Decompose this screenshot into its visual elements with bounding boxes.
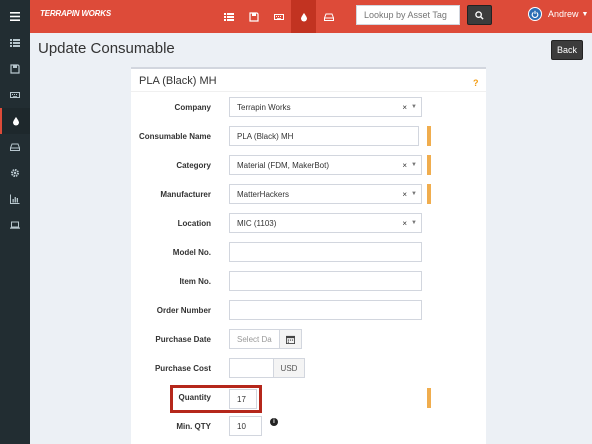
category-select[interactable]: Material (FDM, MakerBot) × ▼ [229, 155, 422, 175]
order-number-input[interactable] [229, 300, 422, 320]
item-no-input[interactable] [229, 271, 422, 291]
required-indicator [427, 126, 431, 146]
sidebar-item-licenses[interactable] [0, 56, 30, 82]
category-value: Material (FDM, MakerBot) [237, 160, 330, 170]
item-no-label: Item No. [179, 277, 211, 286]
asset-tag-search-button[interactable] [467, 5, 492, 25]
laptop-icon [10, 221, 20, 229]
manufacturer-label: Manufacturer [160, 190, 211, 199]
clear-icon[interactable]: × [402, 103, 407, 112]
nav-components-hdd-icon[interactable] [316, 0, 341, 33]
category-label: Category [176, 161, 211, 170]
hamburger-menu-icon[interactable] [0, 0, 30, 33]
required-indicator [427, 184, 431, 204]
nav-accessories-keyboard-icon[interactable] [266, 0, 291, 33]
search-icon [475, 10, 484, 20]
calendar-icon [286, 335, 295, 344]
panel-divider [131, 91, 486, 92]
sidebar-item-reports[interactable] [0, 186, 30, 212]
manufacturer-value: MatterHackers [237, 189, 290, 199]
calendar-button[interactable] [279, 329, 302, 349]
brand-logo[interactable]: TERRAPIN WORKS [40, 9, 111, 18]
asset-tag-search-input[interactable] [356, 5, 460, 25]
company-label: Company [174, 103, 211, 112]
consumable-name-label: Consumable Name [138, 132, 211, 141]
panel-header: PLA (Black) MH [139, 75, 217, 87]
consumable-name-input[interactable]: PLA (Black) MH [229, 126, 419, 146]
purchase-cost-label: Purchase Cost [154, 364, 211, 373]
chart-icon [10, 194, 20, 204]
info-icon[interactable]: i [270, 418, 278, 426]
back-button[interactable]: Back [551, 40, 583, 60]
purchase-date-placeholder: Select Da [237, 334, 272, 344]
help-icon[interactable]: ? [473, 78, 479, 88]
clear-icon[interactable]: × [402, 161, 407, 170]
nav-consumables-tint-icon[interactable] [291, 0, 316, 33]
order-number-label: Order Number [156, 306, 211, 315]
location-select[interactable]: MIC (1103) × ▼ [229, 213, 422, 233]
gear-icon [11, 169, 19, 177]
clear-icon[interactable]: × [402, 190, 407, 199]
chevron-down-icon: ▼ [411, 104, 417, 110]
required-indicator [427, 155, 431, 175]
purchase-cost-input[interactable] [229, 358, 274, 378]
nav-assets-list-icon[interactable] [216, 0, 241, 33]
model-no-input[interactable] [229, 242, 422, 262]
currency-addon: USD [273, 358, 305, 378]
tint-icon [13, 117, 19, 126]
sidebar-item-accessories[interactable] [0, 82, 30, 108]
nav-licenses-save-icon[interactable] [241, 0, 266, 33]
user-name: Andrew [548, 9, 579, 19]
purchase-date-input[interactable]: Select Da [229, 329, 280, 349]
keyboard-icon [10, 92, 20, 98]
list-icon [10, 39, 20, 47]
company-value: Terrapin Works [237, 102, 291, 112]
sidebar-item-components[interactable] [0, 134, 30, 160]
min-qty-value: 10 [237, 421, 246, 431]
location-label: Location [177, 219, 211, 228]
nav-icon-group [216, 0, 341, 33]
sidebar-item-consumables[interactable] [0, 108, 30, 134]
sidebar-item-assets[interactable] [0, 30, 30, 56]
user-power-icon [528, 7, 542, 21]
chevron-down-icon: ▼ [411, 191, 417, 197]
location-value: MIC (1103) [237, 218, 277, 228]
manufacturer-select[interactable]: MatterHackers × ▼ [229, 184, 422, 204]
chevron-down-icon: ▼ [411, 220, 417, 226]
sidebar-item-requestable[interactable] [0, 212, 30, 238]
chevron-down-icon: ▼ [411, 162, 417, 168]
sidebar [0, 33, 30, 444]
hdd-icon [10, 143, 20, 151]
company-select[interactable]: Terrapin Works × ▼ [229, 97, 422, 117]
save-icon [10, 64, 20, 74]
sidebar-item-settings[interactable] [0, 160, 30, 186]
min-qty-label: Min. QTY [176, 422, 211, 431]
consumable-name-value: PLA (Black) MH [237, 131, 294, 141]
quantity-highlight-annotation [170, 385, 262, 413]
caret-down-icon: ▼ [581, 10, 589, 18]
model-no-label: Model No. [172, 248, 211, 257]
required-indicator [427, 388, 431, 408]
page-title: Update Consumable [38, 40, 175, 57]
top-navbar: TERRAPIN WORKS Andrew ▼ [0, 0, 592, 33]
purchase-date-label: Purchase Date [155, 335, 211, 344]
user-menu[interactable]: Andrew ▼ [528, 7, 588, 21]
clear-icon[interactable]: × [402, 219, 407, 228]
min-qty-input[interactable]: 10 [229, 416, 262, 436]
